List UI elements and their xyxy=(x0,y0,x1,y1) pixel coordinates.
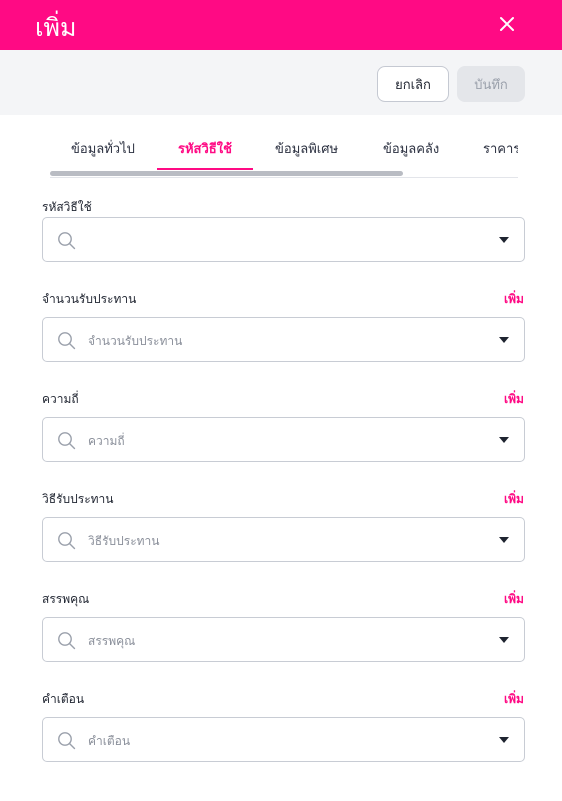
dosage-amount-label: จำนวนรับประทาน xyxy=(42,292,137,306)
tab-price[interactable]: ราคาร xyxy=(483,138,518,159)
action-toolbar: ยกเลิก บันทึก xyxy=(0,50,562,115)
administration-method-select[interactable]: วิธีรับประทาน xyxy=(42,517,525,562)
caret-down-icon xyxy=(499,537,509,543)
usage-code-label: รหัสวิธีใช้ xyxy=(42,200,92,214)
search-icon xyxy=(58,732,76,750)
caret-down-icon xyxy=(499,437,509,443)
add-frequency-link[interactable]: เพิ่ม xyxy=(504,390,524,409)
tab-inventory-info[interactable]: ข้อมูลคลัง xyxy=(383,138,439,159)
indication-select[interactable]: สรรพคุณ xyxy=(42,617,525,662)
save-button[interactable]: บันทึก xyxy=(457,66,525,102)
usage-code-select[interactable] xyxy=(42,217,525,262)
add-indication-link[interactable]: เพิ่ม xyxy=(504,590,524,609)
search-icon xyxy=(58,532,76,550)
search-icon xyxy=(58,632,76,650)
active-tab-indicator xyxy=(157,168,253,170)
indication-placeholder: สรรพคุณ xyxy=(88,634,136,648)
search-icon xyxy=(58,332,76,350)
frequency-placeholder: ความถี่ xyxy=(88,434,125,448)
tab-bar: ข้อมูลทั่วไป รหัสวิธีใช้ ข้อมูลพิเศษ ข้อ… xyxy=(50,126,518,178)
dialog-header: เพิ่ม xyxy=(0,0,562,50)
add-administration-method-link[interactable]: เพิ่ม xyxy=(504,490,524,509)
caret-down-icon xyxy=(499,337,509,343)
tab-general-info[interactable]: ข้อมูลทั่วไป xyxy=(71,138,135,159)
dosage-amount-placeholder: จำนวนรับประทาน xyxy=(88,334,183,348)
caret-down-icon xyxy=(499,637,509,643)
warning-placeholder: คำเตือน xyxy=(88,734,131,748)
warning-label: คำเตือน xyxy=(42,692,85,706)
tabs-scrollbar[interactable] xyxy=(50,171,403,176)
indication-label: สรรพคุณ xyxy=(42,592,90,606)
administration-method-label: วิธีรับประทาน xyxy=(42,492,114,506)
tabs-divider xyxy=(50,177,518,178)
dosage-amount-select[interactable]: จำนวนรับประทาน xyxy=(42,317,525,362)
caret-down-icon xyxy=(499,237,509,243)
close-button[interactable] xyxy=(494,11,520,37)
add-warning-link[interactable]: เพิ่ม xyxy=(504,690,524,709)
caret-down-icon xyxy=(499,737,509,743)
close-icon[interactable] xyxy=(494,11,520,37)
administration-method-placeholder: วิธีรับประทาน xyxy=(88,534,160,548)
cancel-button[interactable]: ยกเลิก xyxy=(377,66,449,102)
tab-usage-code[interactable]: รหัสวิธีใช้ xyxy=(178,138,232,159)
tab-special-info[interactable]: ข้อมูลพิเศษ xyxy=(275,138,338,159)
dialog-title: เพิ่ม xyxy=(35,13,77,42)
frequency-label: ความถี่ xyxy=(42,392,79,406)
search-icon xyxy=(58,432,76,450)
add-dosage-amount-link[interactable]: เพิ่ม xyxy=(504,290,524,309)
search-icon xyxy=(58,232,76,250)
warning-select[interactable]: คำเตือน xyxy=(42,717,525,762)
frequency-select[interactable]: ความถี่ xyxy=(42,417,525,462)
